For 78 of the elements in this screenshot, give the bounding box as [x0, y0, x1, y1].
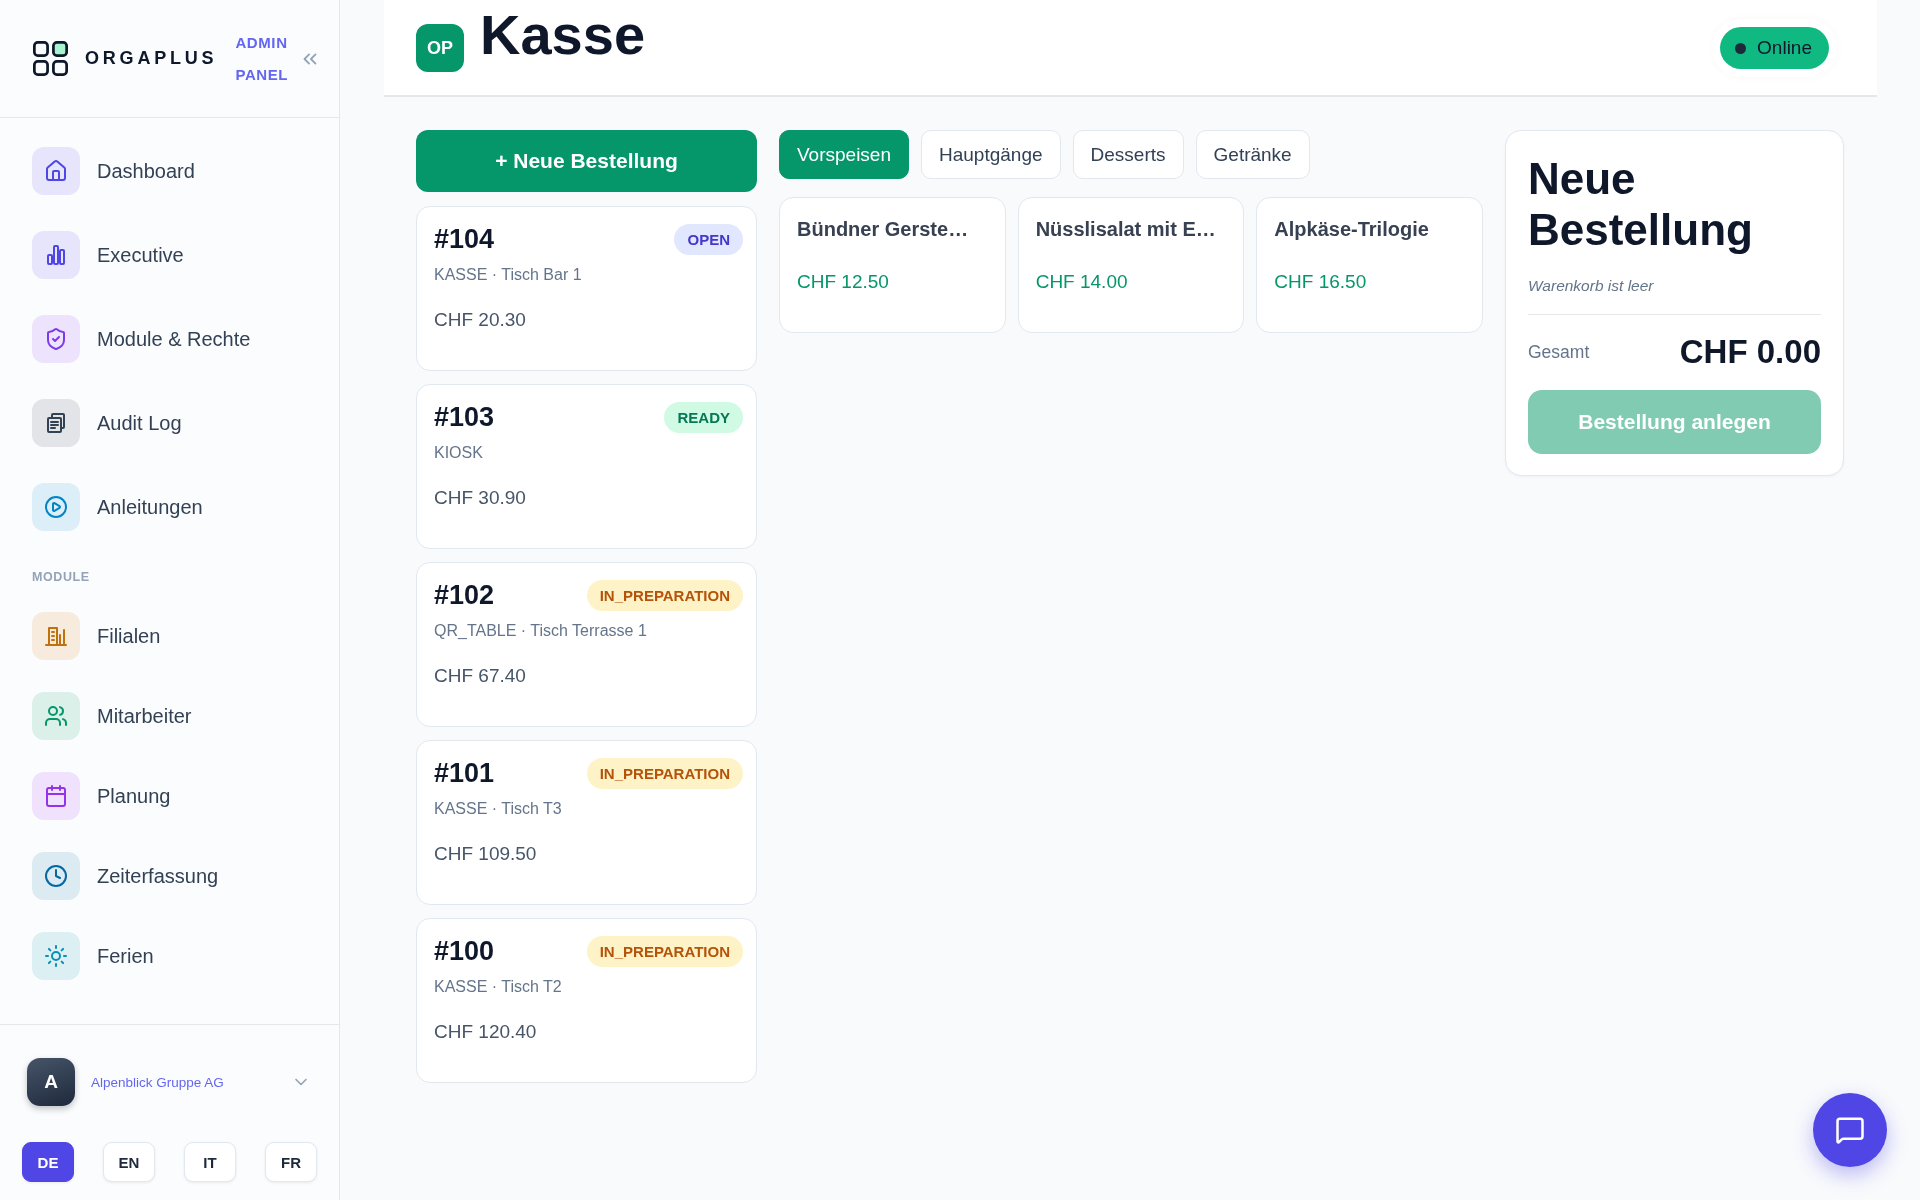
- house-icon: [32, 147, 80, 195]
- product-name: Bündner Gerste…: [797, 217, 969, 242]
- total-label: Gesamt: [1528, 341, 1590, 363]
- category-tab[interactable]: Getränke: [1195, 130, 1310, 179]
- nav-item[interactable]: Module & Rechte: [32, 315, 251, 363]
- category-tab[interactable]: Desserts: [1072, 130, 1184, 179]
- shield-check-icon: [32, 315, 80, 363]
- order-source: KASSE · Tisch Bar 1: [434, 265, 583, 285]
- nav-item[interactable]: Anleitungen: [32, 483, 203, 531]
- status-badge: IN_PREPARATION: [586, 757, 743, 789]
- sun-icon: [32, 932, 80, 980]
- nav-item[interactable]: Planung: [32, 772, 171, 820]
- order-source: KIOSK: [434, 443, 484, 463]
- order-number: #100: [434, 935, 495, 967]
- bar-chart-icon: [32, 231, 80, 279]
- order-card[interactable]: #104 OPEN KASSE · Tisch Bar 1 CHF 20.30: [416, 206, 757, 371]
- language-button[interactable]: IT: [184, 1142, 236, 1182]
- new-order-button[interactable]: + Neue Bestellung: [416, 130, 757, 192]
- organization-switcher[interactable]: Alpenblick Gruppe AG: [91, 1072, 311, 1092]
- grid-logo-icon: [33, 41, 68, 76]
- organization-avatar: A: [27, 1058, 75, 1106]
- nav-item[interactable]: Dashboard: [32, 147, 195, 195]
- section-heading: MODULE: [32, 570, 90, 584]
- cart-title: Neue Bestellung: [1528, 153, 1754, 255]
- status-badge: OPEN: [674, 223, 743, 255]
- order-number: #103: [434, 401, 495, 433]
- nav-item[interactable]: Zeiterfassung: [32, 852, 219, 900]
- nav-item[interactable]: Audit Log: [32, 399, 182, 447]
- product-name: Alpkäse-Trilogie: [1274, 217, 1429, 242]
- cart-empty-text: Warenkorb ist leer: [1528, 276, 1655, 296]
- chat-bubble-icon: [1835, 1115, 1865, 1145]
- order-card[interactable]: #100 IN_PREPARATION KASSE · Tisch T2 CHF 120.40: [416, 918, 757, 1083]
- product-price: CHF 12.50: [797, 270, 889, 294]
- app-badge: OP: [416, 24, 464, 72]
- order-total: CHF 109.50: [434, 843, 538, 865]
- language-button[interactable]: EN: [103, 1142, 155, 1182]
- order-number: #102: [434, 579, 495, 611]
- order-card[interactable]: #103 READY KIOSK CHF 30.90: [416, 384, 757, 549]
- category-tab[interactable]: Hauptgänge: [921, 130, 1061, 179]
- order-total: CHF 67.40: [434, 665, 527, 687]
- order-source: QR_TABLE · Tisch Terrasse 1: [434, 621, 648, 641]
- nav-item[interactable]: Ferien: [32, 932, 154, 980]
- building-icon: [32, 612, 80, 660]
- organization-name: Alpenblick Gruppe AG: [91, 1074, 224, 1090]
- order-number: #101: [434, 757, 495, 789]
- status-label: Online: [1757, 37, 1812, 59]
- product-card[interactable]: Alpkäse-Trilogie CHF 16.50: [1256, 197, 1483, 333]
- product-price: CHF 16.50: [1274, 270, 1367, 294]
- order-number: #104: [434, 223, 495, 255]
- product-price: CHF 14.00: [1035, 270, 1128, 294]
- order-card[interactable]: #101 IN_PREPARATION KASSE · Tisch T3 CHF 109.50: [416, 740, 757, 905]
- product-card[interactable]: Bündner Gerste… CHF 12.50: [779, 197, 1006, 333]
- status-badge: IN_PREPARATION: [586, 579, 743, 611]
- product-name: Nüsslisalat mit E…: [1035, 217, 1216, 242]
- order-total: CHF 20.30: [434, 309, 527, 331]
- order-source: KASSE · Tisch T2: [434, 977, 563, 997]
- order-total: CHF 120.40: [434, 1021, 538, 1043]
- language-button[interactable]: DE: [22, 1142, 74, 1182]
- status-badge: IN_PREPARATION: [586, 935, 743, 967]
- language-button[interactable]: FR: [265, 1142, 317, 1182]
- category-tab[interactable]: Vorspeisen: [779, 130, 909, 179]
- order-card[interactable]: #102 IN_PREPARATION QR_TABLE · Tisch Terrasse 1 CHF 67.40: [416, 562, 757, 727]
- page-title: Kasse: [480, 7, 646, 63]
- status-badge: READY: [664, 401, 743, 433]
- people-icon: [32, 692, 80, 740]
- clock-icon: [32, 852, 80, 900]
- nav-item[interactable]: Executive: [32, 231, 184, 279]
- status-dot-icon: [1735, 42, 1747, 54]
- total-amount: CHF 0.00: [1679, 333, 1821, 371]
- documents-icon: [32, 399, 80, 447]
- product-card[interactable]: Nüsslisalat mit E… CHF 14.00: [1017, 197, 1245, 333]
- order-source: KASSE · Tisch T3: [434, 799, 563, 819]
- nav-item[interactable]: Filialen: [32, 612, 161, 660]
- order-total: CHF 30.90: [434, 487, 527, 509]
- calendar-icon: [32, 772, 80, 820]
- panel-label: ADMIN PANEL: [235, 32, 289, 85]
- nav-item[interactable]: Mitarbeiter: [32, 692, 192, 740]
- brand-name: ORGAPLUS: [85, 48, 218, 69]
